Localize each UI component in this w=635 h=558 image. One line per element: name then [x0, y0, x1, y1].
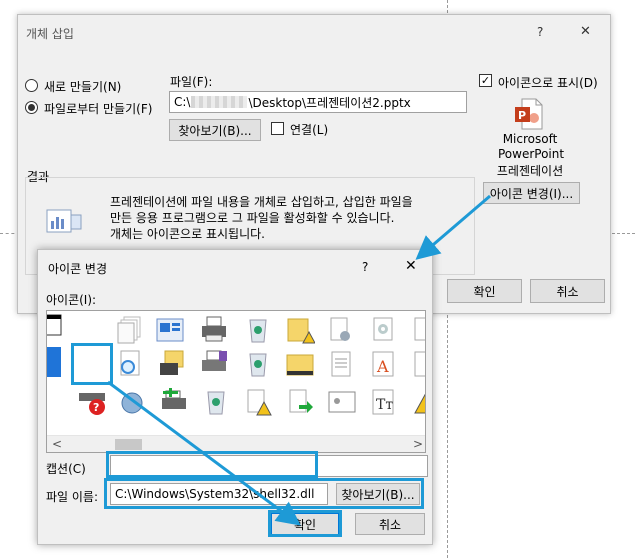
- arrow-to-change-icon: [415, 194, 491, 260]
- annotation-arrows: [107, 194, 491, 526]
- arrow-to-ok: [107, 380, 301, 526]
